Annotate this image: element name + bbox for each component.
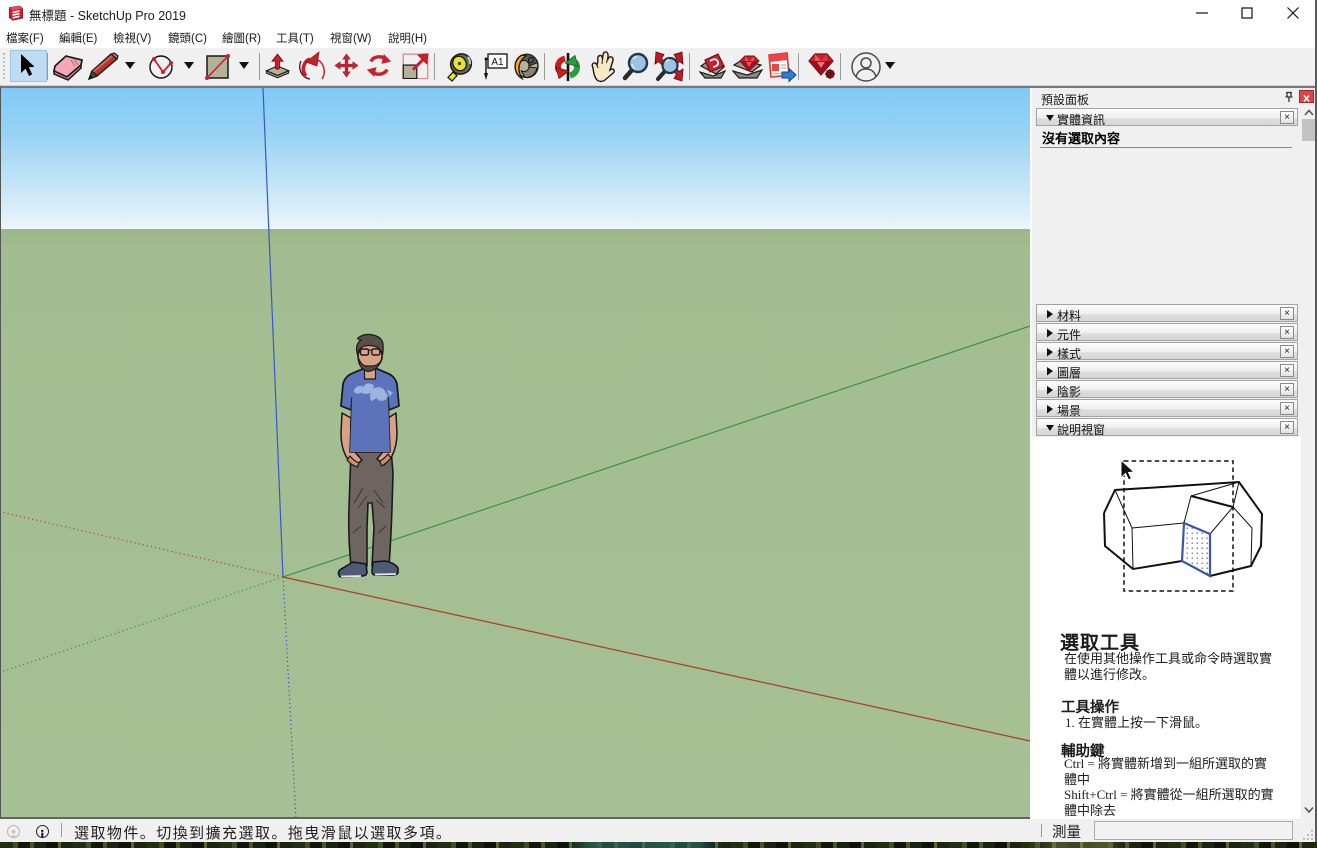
svg-text:A1: A1 xyxy=(491,57,504,68)
